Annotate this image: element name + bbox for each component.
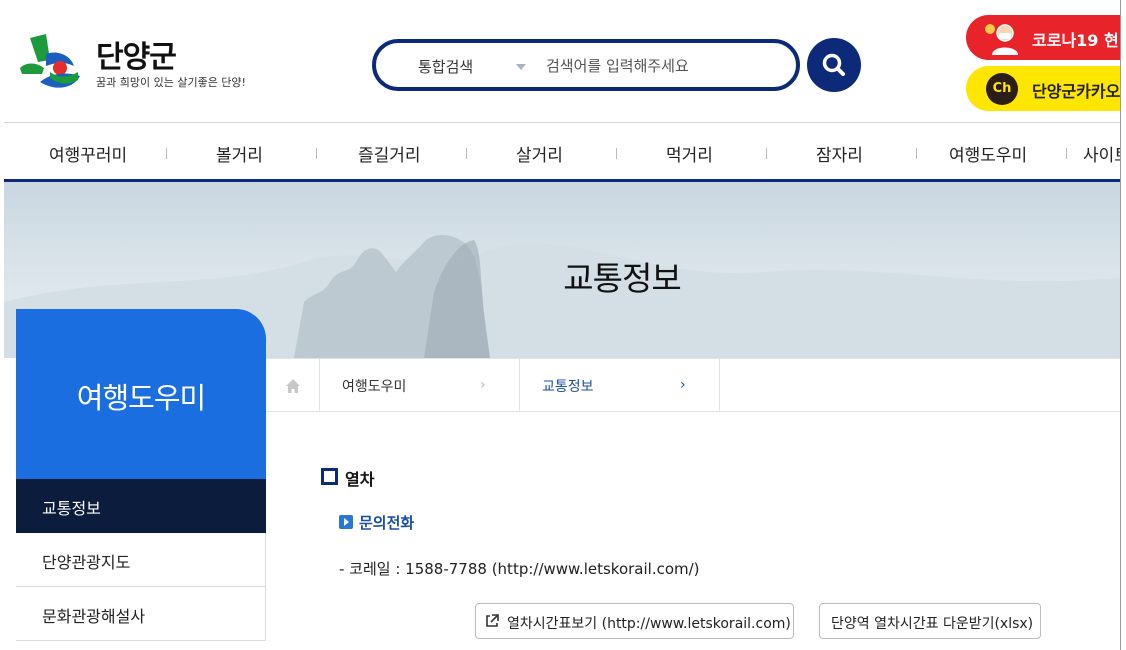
- gnb-divider: [466, 148, 467, 159]
- gnb-item-travel-package[interactable]: 여행꾸러미: [49, 141, 127, 166]
- gnb-item-activities[interactable]: 즐길거리: [358, 141, 421, 166]
- lnb-item-label: 문화관광해설사: [42, 607, 146, 626]
- external-link-icon: [486, 614, 499, 627]
- search-box: 통합검색: [372, 39, 800, 91]
- lnb-item-label: 단양관광지도: [42, 553, 131, 572]
- lnb-title: 여행도우미: [76, 381, 206, 415]
- lnb-item-tour-map[interactable]: 단양관광지도: [16, 533, 266, 587]
- lnb-item-transport[interactable]: 교통정보: [16, 479, 266, 533]
- lnb-item-label: 교통정보: [42, 499, 101, 518]
- site-logo[interactable]: 단양군 꿈과 희망이 있는 살기좋은 단양!: [16, 30, 266, 96]
- gnb-divider: [1066, 148, 1067, 159]
- search-input[interactable]: [546, 52, 776, 80]
- gnb-divider: [616, 148, 617, 159]
- breadcrumb-label: 교통정보: [542, 379, 594, 395]
- logo-slogan: 꿈과 희망이 있는 살기좋은 단양!: [96, 76, 246, 89]
- kakao-channel-icon: Ch: [986, 73, 1018, 105]
- gnb-item-shopping[interactable]: 살거리: [516, 141, 563, 166]
- sub-title-text: 문의전화: [359, 514, 415, 532]
- search-button[interactable]: [807, 38, 861, 92]
- breadcrumb-item-travel-helper[interactable]: 여행도우미 ›: [320, 359, 520, 412]
- search-category-select[interactable]: 통합검색: [418, 56, 473, 77]
- timetable-link-label: 열차시간표보기 (http://www.letskorail.com): [507, 616, 791, 632]
- logo-title: 단양군: [96, 40, 177, 75]
- page-title: 교통정보: [563, 259, 681, 298]
- logo-mark: [20, 34, 80, 88]
- chevron-right-icon: ›: [680, 377, 686, 393]
- home-icon: [286, 379, 300, 393]
- square-bullet-icon: [321, 468, 338, 485]
- header: 단양군 꿈과 희망이 있는 살기좋은 단양! 통합검색 코로나19 현 Ch 단…: [0, 0, 1126, 122]
- lnb-item-tour-guide[interactable]: 문화관광해설사: [16, 587, 266, 641]
- search-icon: [822, 53, 845, 76]
- gnb-item-food[interactable]: 먹거리: [666, 141, 713, 166]
- timetable-download-button[interactable]: 단양역 열차시간표 다운받기(xlsx): [819, 603, 1041, 639]
- window-edge: [1120, 0, 1126, 650]
- corona-label: 코로나19 현: [1032, 31, 1119, 50]
- gnb-divider: [166, 148, 167, 159]
- kakao-channel-button[interactable]: Ch 단양군카카오: [966, 66, 1126, 111]
- contact-info: - 코레일 : 1588-7788 (http://www.letskorail…: [339, 560, 700, 578]
- chevron-right-icon: ›: [480, 377, 486, 393]
- gnb-item-travel-helper[interactable]: 여행도우미: [949, 141, 1027, 166]
- main-navigation: 여행꾸러미 볼거리 즐길거리 살거리 먹거리 잠자리 여행도우미 사이트: [4, 122, 1126, 182]
- lnb-header: 여행도우미: [16, 309, 266, 479]
- corona-icon: [985, 24, 1018, 55]
- timetable-link-button[interactable]: 열차시간표보기 (http://www.letskorail.com): [475, 603, 794, 639]
- gnb-item-sights[interactable]: 볼거리: [216, 141, 263, 166]
- breadcrumb-home[interactable]: [266, 359, 320, 412]
- timetable-download-label: 단양역 열차시간표 다운받기(xlsx): [831, 616, 1034, 632]
- corona-banner-button[interactable]: 코로나19 현: [966, 15, 1126, 60]
- gnb-divider: [916, 148, 917, 159]
- play-bullet-icon: [339, 515, 353, 529]
- chevron-down-icon[interactable]: [516, 64, 526, 70]
- gnb-divider: [766, 148, 767, 159]
- breadcrumb-item-transport[interactable]: 교통정보 ›: [520, 359, 720, 412]
- breadcrumb: 여행도우미 › 교통정보 ›: [266, 358, 1126, 412]
- gnb-divider: [316, 148, 317, 159]
- section-title-text: 열차: [345, 470, 375, 489]
- breadcrumb-label: 여행도우미: [342, 379, 407, 395]
- gnb-item-lodging[interactable]: 잠자리: [816, 141, 863, 166]
- kakao-label: 단양군카카오: [1032, 82, 1121, 101]
